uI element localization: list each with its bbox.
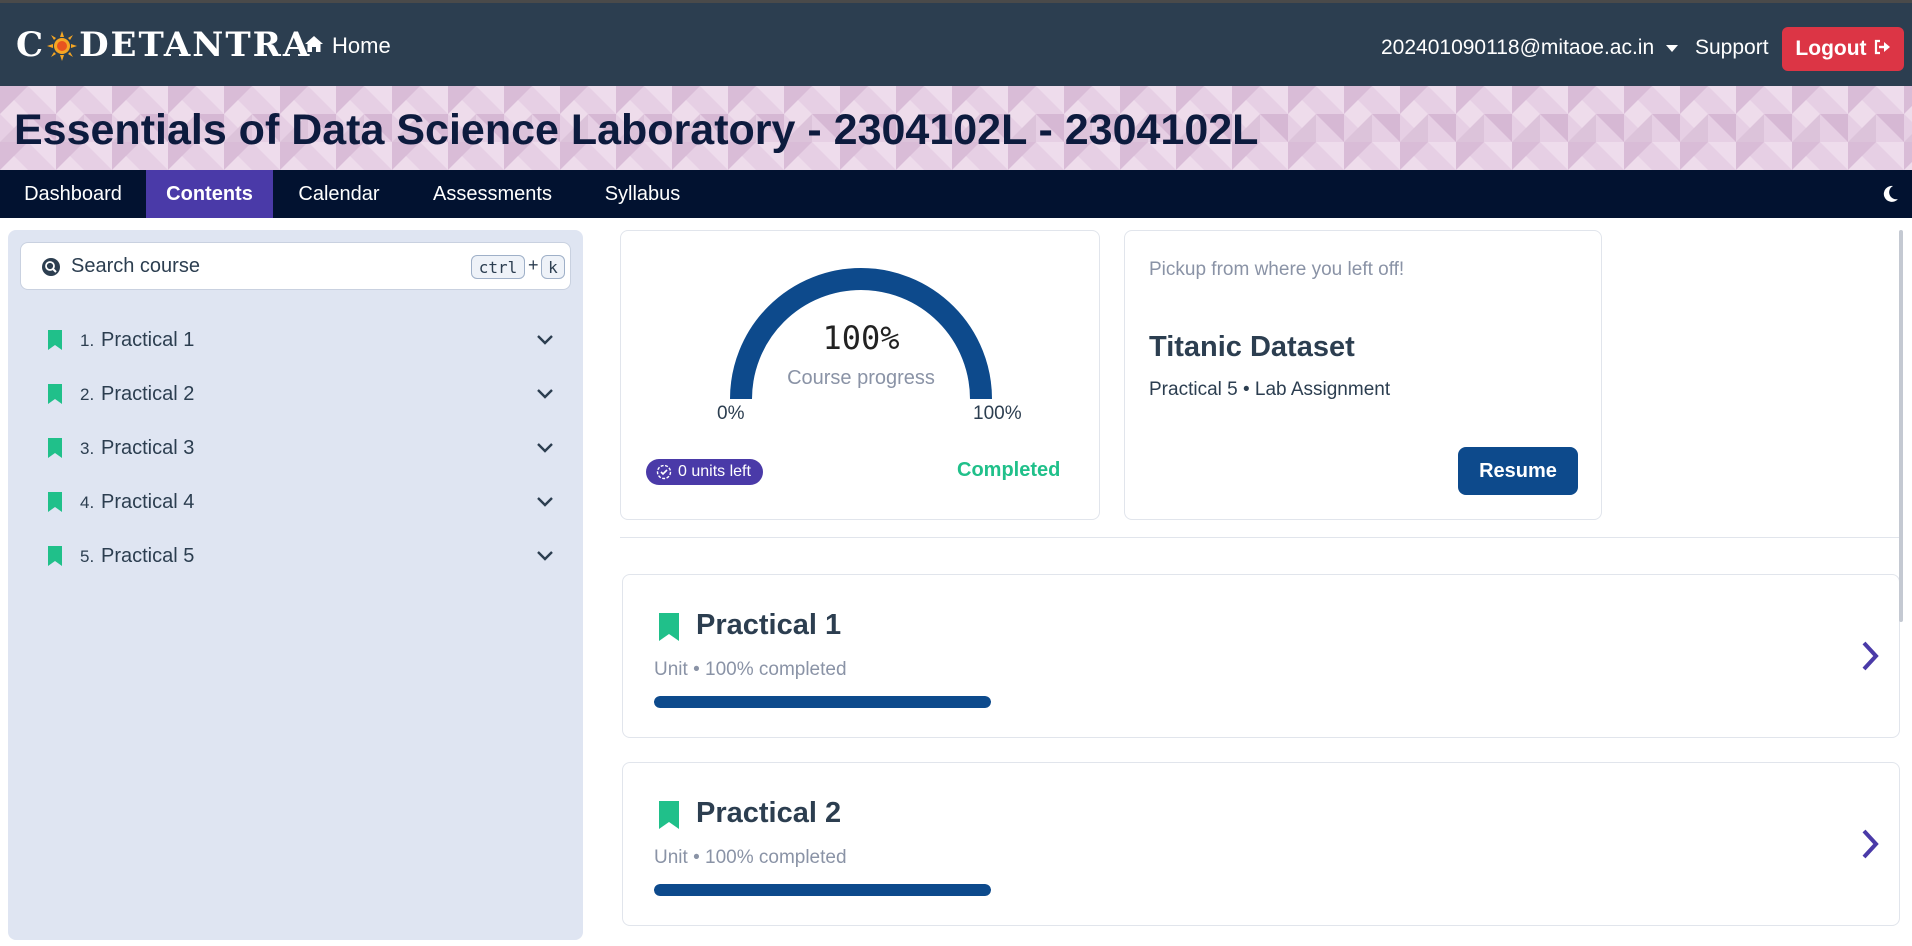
sidebar-item-practical-1[interactable]: 1. Practical 1 [8, 321, 553, 361]
sidebar-item-practical-3[interactable]: 3. Practical 3 [8, 429, 553, 469]
unit-subtitle: Unit • 100% completed [654, 847, 847, 868]
course-sidebar: Search course ctrl + k 1. Practical 1 2.… [8, 230, 583, 940]
sidebar-item-label: Practical 4 [101, 491, 195, 513]
chevron-down-icon[interactable] [536, 387, 554, 401]
unit-progress-fill [654, 884, 991, 896]
user-email: 202401090118@mitaoe.ac.in [1381, 36, 1655, 59]
unit-card-practical-1[interactable]: Practical 1 Unit • 100% completed [622, 574, 1900, 738]
sidebar-item-label: Practical 3 [101, 437, 195, 459]
sidebar-item-practical-5[interactable]: 5. Practical 5 [8, 537, 553, 577]
search-course-input[interactable]: Search course ctrl + k [20, 242, 571, 290]
tab-calendar[interactable]: Calendar [273, 170, 405, 218]
support-link[interactable]: Support [1695, 36, 1769, 60]
bookmark-icon [48, 384, 62, 404]
tab-syllabus[interactable]: Syllabus [580, 170, 705, 218]
chevron-down-icon[interactable] [536, 495, 554, 509]
sidebar-item-number: 4. [80, 493, 95, 512]
unit-title: Practical 1 [696, 609, 842, 641]
unit-progress-fill [654, 696, 991, 708]
resume-card: Pickup from where you left off! Titanic … [1124, 230, 1602, 520]
bookmark-icon [48, 438, 62, 458]
unit-card-practical-2[interactable]: Practical 2 Unit • 100% completed [622, 762, 1900, 926]
shortcut-key-k: k [541, 255, 565, 279]
chevron-right-icon[interactable] [1860, 827, 1880, 861]
check-circle-icon [656, 464, 672, 480]
moon-icon[interactable] [1878, 182, 1902, 206]
unit-title: Practical 2 [696, 797, 842, 829]
home-icon [304, 33, 324, 59]
course-progress-card: 100% Course progress 0% 100% 0 units lef… [620, 230, 1100, 520]
sidebar-item-label: Practical 1 [101, 329, 195, 351]
bookmark-icon [48, 546, 62, 566]
chevron-right-icon[interactable] [1860, 639, 1880, 673]
unit-subtitle: Unit • 100% completed [654, 659, 847, 680]
logo-text-start: C [16, 25, 46, 65]
bookmark-icon [659, 801, 679, 829]
gauge-min-label: 0% [717, 403, 745, 424]
bookmark-icon [659, 613, 679, 641]
progress-percent: 100% [822, 319, 900, 357]
bookmark-icon [48, 330, 62, 350]
home-label: Home [332, 33, 391, 58]
resume-subtitle: Practical 5 • Lab Assignment [1149, 379, 1391, 400]
search-icon [41, 257, 61, 277]
top-navbar: C DETANTRA Home 202401090118@mitaoe.ac.i… [0, 0, 1912, 86]
units-left-badge: 0 units left [646, 459, 763, 485]
gauge-max-label: 100% [973, 403, 1022, 424]
home-link[interactable]: Home [304, 33, 391, 59]
resume-title[interactable]: Titanic Dataset [1149, 331, 1355, 364]
unit-progress-bar [654, 696, 991, 708]
page-scrollbar[interactable] [1899, 230, 1903, 622]
sidebar-item-label: Practical 5 [101, 545, 195, 567]
shortcut-plus: + [528, 255, 539, 275]
resume-button[interactable]: Resume [1458, 447, 1578, 495]
logout-button[interactable]: Logout [1782, 27, 1904, 71]
search-placeholder: Search course [71, 255, 200, 277]
caret-down-icon [1666, 44, 1679, 52]
chevron-down-icon[interactable] [536, 549, 554, 563]
chevron-down-icon[interactable] [536, 333, 554, 347]
bookmark-icon [48, 492, 62, 512]
units-left-label: 0 units left [678, 463, 751, 480]
chevron-down-icon[interactable] [536, 441, 554, 455]
tab-assessments[interactable]: Assessments [405, 170, 580, 218]
codetantra-logo[interactable]: C DETANTRA [16, 25, 311, 65]
unit-progress-bar [654, 884, 991, 896]
tab-contents[interactable]: Contents [146, 170, 273, 218]
sidebar-item-practical-4[interactable]: 4. Practical 4 [8, 483, 553, 523]
logo-text-end: DETANTRA [79, 25, 312, 65]
course-title: Essentials of Data Science Laboratory - … [14, 106, 1259, 154]
course-tabbar: Dashboard Contents Calendar Assessments … [0, 170, 1912, 218]
sidebar-item-practical-2[interactable]: 2. Practical 2 [8, 375, 553, 415]
sidebar-item-number: 5. [80, 547, 95, 566]
sun-icon [47, 30, 78, 61]
section-divider [620, 537, 1900, 538]
sidebar-item-number: 2. [80, 385, 95, 404]
sign-out-icon [1873, 37, 1891, 61]
sidebar-item-label: Practical 2 [101, 383, 195, 405]
sidebar-item-number: 3. [80, 439, 95, 458]
completion-status: Completed [957, 459, 1061, 481]
shortcut-key-ctrl: ctrl [471, 255, 525, 279]
logout-label: Logout [1795, 37, 1867, 60]
resume-hint: Pickup from where you left off! [1149, 259, 1405, 280]
tab-dashboard[interactable]: Dashboard [0, 170, 146, 218]
progress-subtitle: Course progress [787, 367, 935, 389]
sidebar-item-number: 1. [80, 331, 95, 350]
user-account-dropdown[interactable]: 202401090118@mitaoe.ac.in [1381, 36, 1679, 60]
course-banner: Essentials of Data Science Laboratory - … [0, 86, 1912, 170]
